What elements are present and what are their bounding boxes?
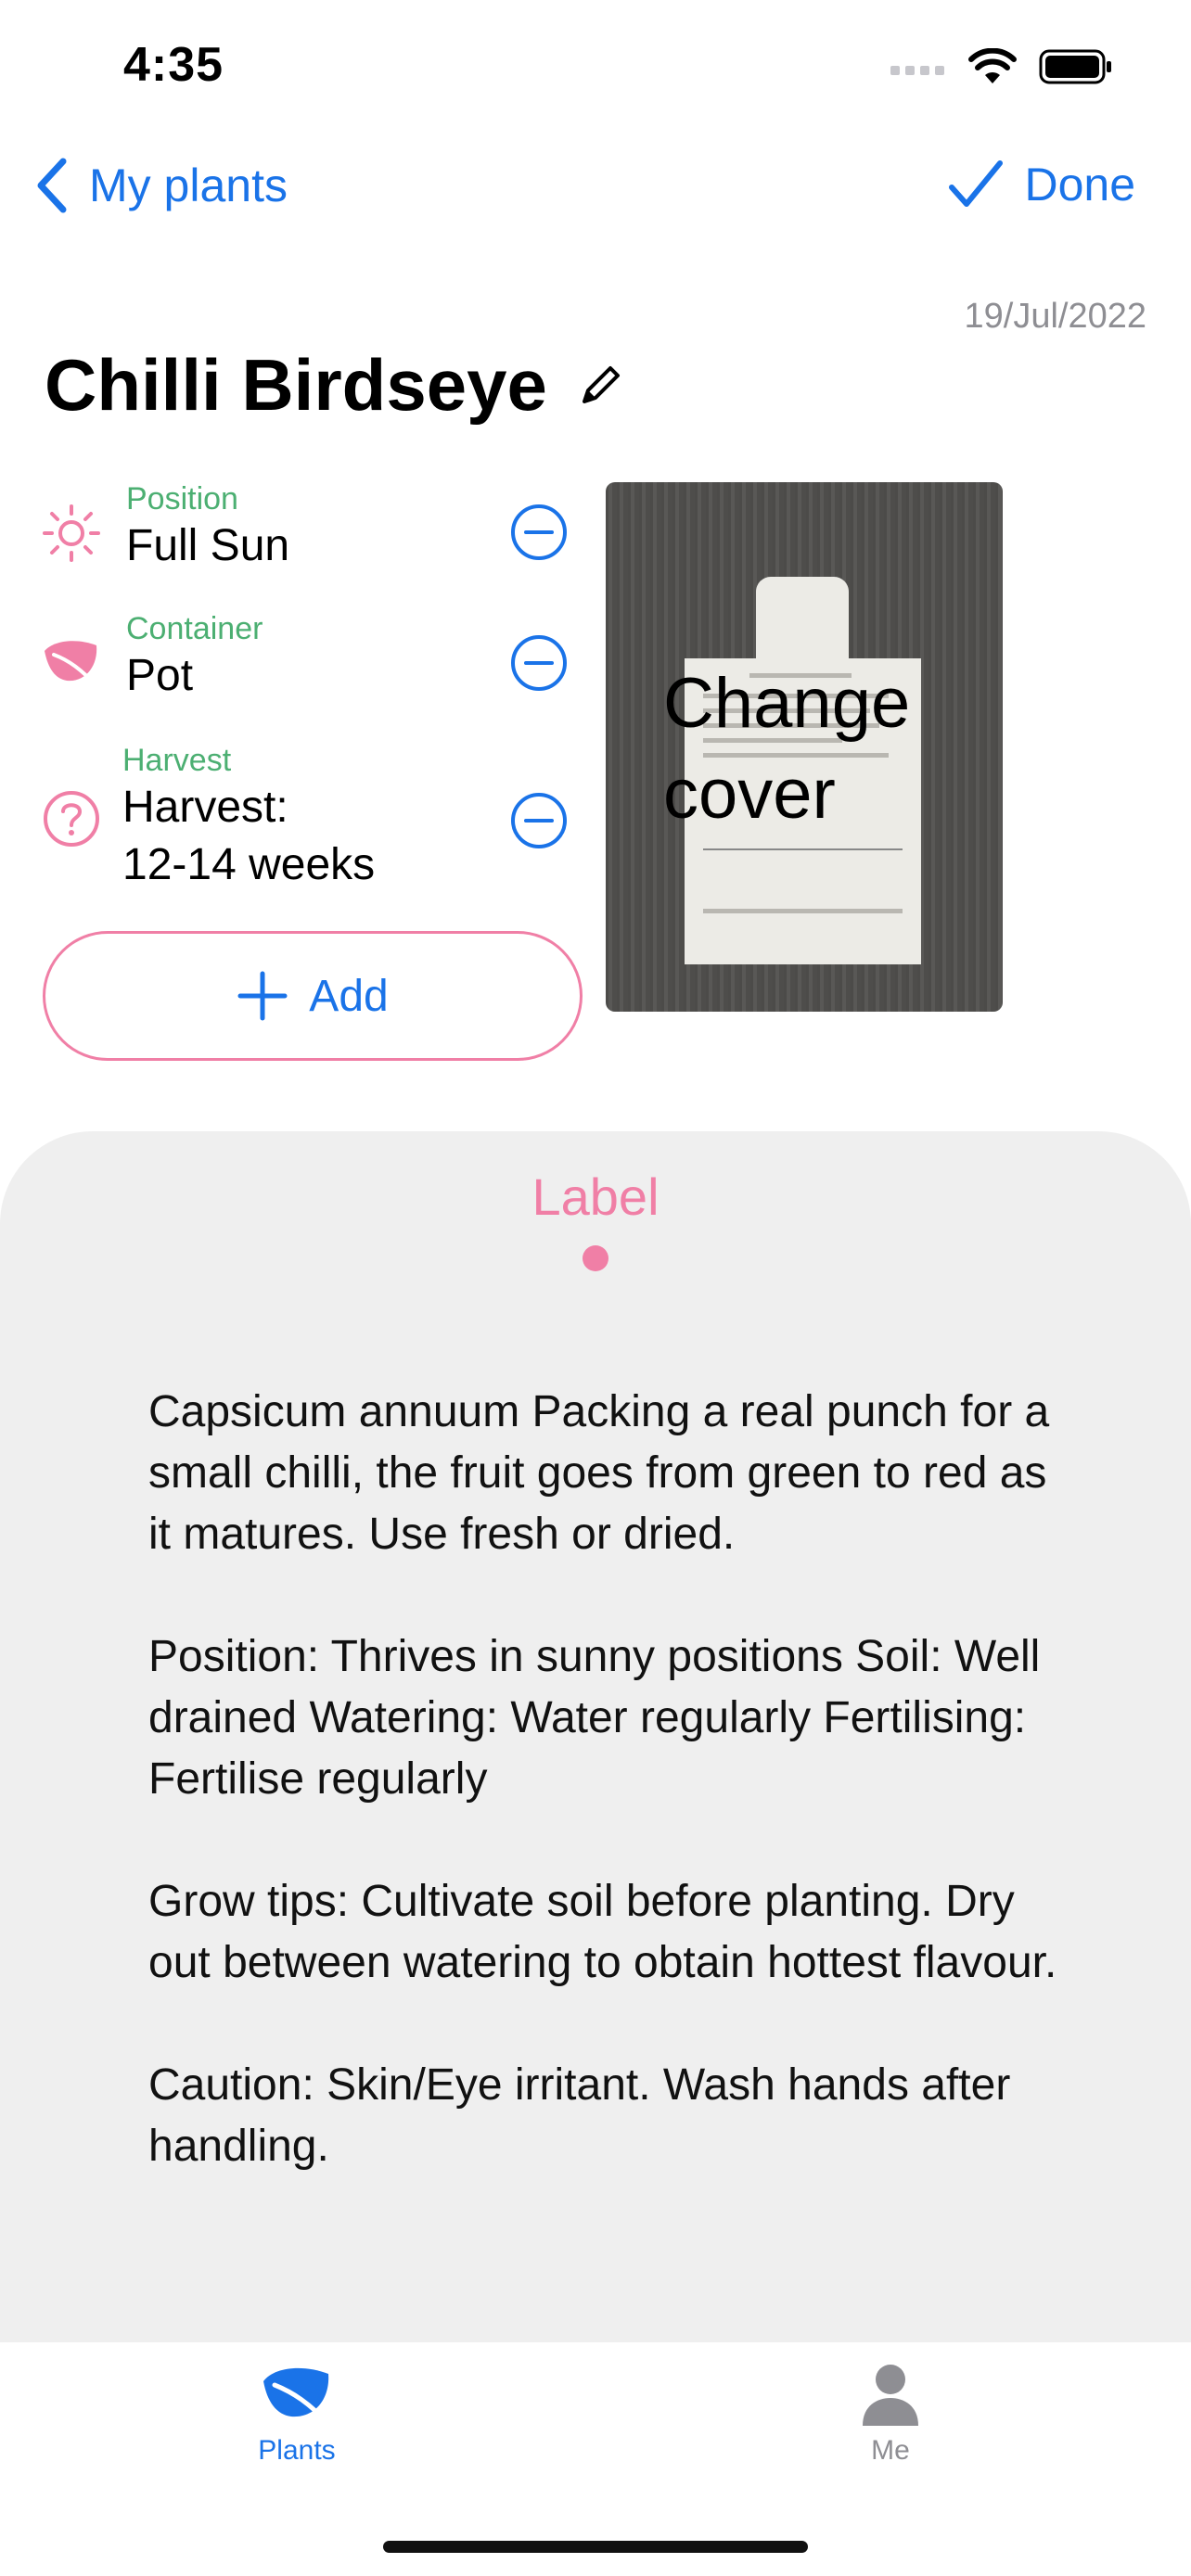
remove-container-button[interactable] (510, 634, 568, 692)
checkmark-icon (949, 160, 1004, 207)
attribute-container: Container Pot (41, 610, 263, 705)
back-label: My plants (89, 159, 288, 211)
plant-date: 19/Jul/2022 (964, 297, 1147, 336)
sheet-title: Label (531, 1167, 660, 1226)
battery-icon (1039, 49, 1111, 84)
cover-image[interactable]: Change cover (606, 482, 1003, 1012)
cellular-signal-icon (890, 66, 944, 75)
leaf-icon (45, 641, 98, 688)
attribute-category: Container (126, 611, 263, 646)
chevron-left-icon (37, 158, 67, 213)
label-text: Capsicum annuum Packing a real punch for… (148, 1382, 1057, 2238)
seed-label-tab (756, 577, 849, 668)
back-button[interactable]: My plants (35, 158, 288, 213)
sun-icon (43, 504, 100, 562)
label-paragraph: Caution: Skin/Eye irritant. Wash hands a… (148, 2060, 1011, 2171)
attribute-category: Position (126, 481, 238, 516)
status-icons (890, 48, 1113, 85)
remove-harvest-button[interactable] (510, 792, 568, 849)
label-paragraph: Capsicum annuum Packing a real punch for… (148, 1387, 1050, 1559)
person-icon (863, 2365, 918, 2426)
add-attribute-button[interactable]: Add (43, 931, 583, 1061)
home-indicator (383, 2541, 808, 2553)
status-time: 4:35 (123, 38, 224, 92)
label-paragraph: Position: Thrives in sunny positions Soi… (148, 1632, 1041, 1804)
tab-label: Me (871, 2435, 910, 2466)
wifi-icon (968, 48, 1017, 83)
attribute-value: Pot (126, 651, 194, 700)
add-label: Add (309, 971, 389, 1021)
label-paragraph: Grow tips: Cultivate soil before plantin… (148, 1877, 1057, 1987)
page-indicator-dot (583, 1245, 608, 1271)
plus-icon (237, 971, 288, 1021)
pencil-icon[interactable] (579, 364, 621, 407)
attribute-value: Full Sun (126, 521, 290, 570)
remove-position-button[interactable] (510, 504, 568, 561)
attribute-category: Harvest (122, 743, 232, 778)
tab-me[interactable]: Me (798, 2361, 983, 2467)
page-title: Chilli Birdseye (45, 343, 621, 427)
tab-label: Plants (258, 2435, 336, 2466)
attribute-harvest: Harvest Harvest: 12-14 weeks (41, 742, 375, 894)
done-label: Done (1024, 159, 1135, 210)
attribute-position: Position Full Sun (41, 480, 289, 575)
attribute-value: Harvest: 12-14 weeks (122, 783, 376, 889)
question-circle-icon (44, 791, 99, 847)
plant-name: Chilli Birdseye (45, 344, 547, 426)
tab-plants[interactable]: Plants (204, 2361, 390, 2467)
change-cover-label: Change cover (663, 664, 911, 834)
leaf-icon (263, 2367, 331, 2427)
done-button[interactable]: Done (948, 158, 1135, 211)
